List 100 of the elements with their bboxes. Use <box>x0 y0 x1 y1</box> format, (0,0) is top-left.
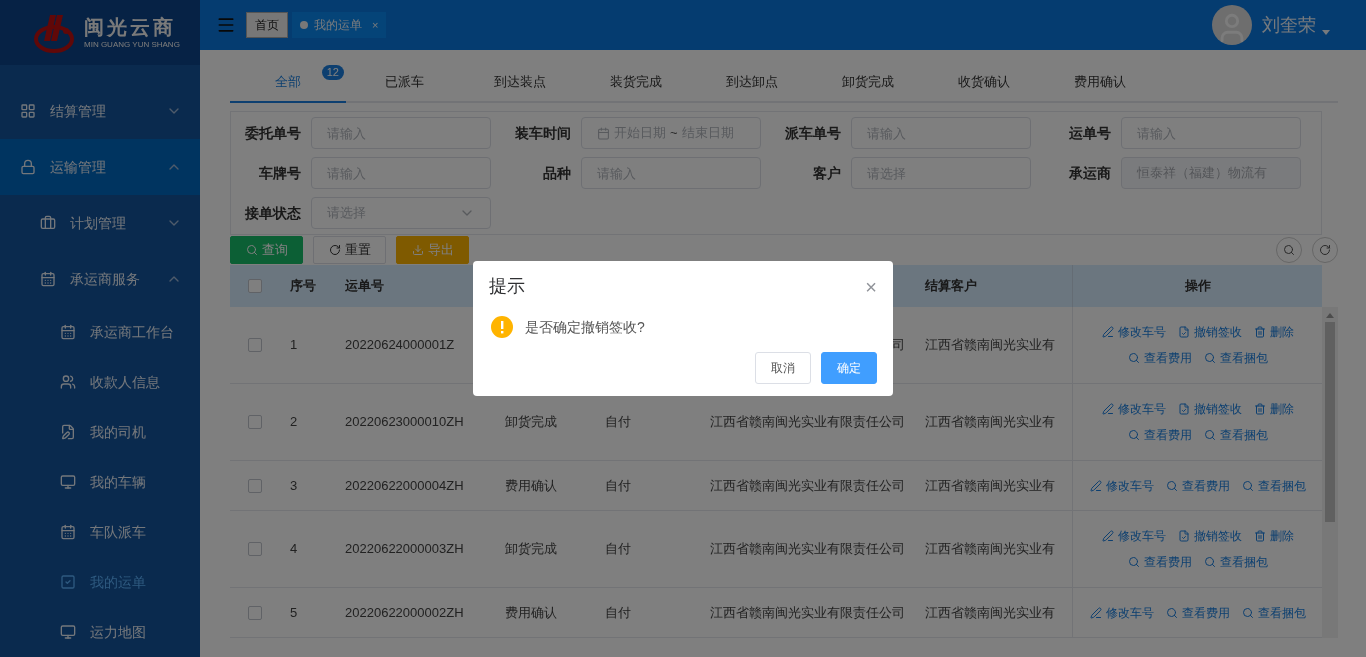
menu-item[interactable]: 运输管理 <box>0 139 200 195</box>
user-name[interactable]: 刘奎荣 <box>1262 11 1316 39</box>
column-header: 运单号 <box>345 278 384 294</box>
action-link[interactable]: 删除 <box>1253 400 1294 418</box>
field-label: 派车单号 <box>784 123 842 143</box>
table-cell: 江西省赣南闽光实业有 <box>925 414 1055 430</box>
action-link[interactable]: 查看费用 <box>1127 553 1192 571</box>
submenu-item[interactable]: 承运商服务 <box>0 251 200 307</box>
close-icon[interactable]: × <box>865 276 877 297</box>
action-link[interactable]: 查看捆包 <box>1241 603 1306 622</box>
search-button[interactable]: 查询 <box>230 236 303 264</box>
action-link[interactable]: 撤销签收 <box>1177 527 1242 545</box>
checkbox[interactable] <box>248 415 262 429</box>
logo-subtext: MIN GUANG YUN SHANG <box>84 40 180 49</box>
action-link[interactable]: 查看费用 <box>1127 426 1192 444</box>
action-link[interactable]: 修改车号 <box>1101 400 1166 418</box>
field-label: 运单号 <box>1068 123 1112 143</box>
action-link[interactable]: 删除 <box>1253 527 1294 545</box>
field-label: 装车时间 <box>514 123 572 143</box>
search-icon <box>1165 479 1178 492</box>
action-link[interactable]: 查看捆包 <box>1203 553 1268 571</box>
pen-icon <box>1101 326 1114 338</box>
table-cell: 20220622000004ZH <box>345 477 464 493</box>
table-cell: 自付 <box>605 604 631 620</box>
action-link[interactable]: 查看捆包 <box>1241 476 1306 495</box>
refresh-icon <box>328 244 341 256</box>
status-tab[interactable]: 收货确认 <box>926 63 1042 103</box>
action-link[interactable]: 查看费用 <box>1165 603 1230 622</box>
search-icon <box>1203 429 1216 441</box>
column-header: 结算客户 <box>925 278 977 294</box>
column-header: 序号 <box>290 278 316 294</box>
action-link[interactable]: 删除 <box>1253 323 1294 341</box>
field-label: 品种 <box>542 163 572 183</box>
field-label: 接单状态 <box>244 203 302 223</box>
search-icon <box>1203 352 1216 364</box>
action-link[interactable]: 撤销签收 <box>1177 323 1242 341</box>
status-tab[interactable]: 全部 12 <box>230 63 346 103</box>
submenu-item[interactable]: 运力地图 <box>0 607 200 657</box>
briefcase-icon <box>40 215 56 231</box>
checkbox[interactable] <box>248 279 262 293</box>
search-icon <box>1241 606 1254 619</box>
action-link[interactable]: 修改车号 <box>1101 527 1166 545</box>
table-cell: 自付 <box>605 477 631 493</box>
action-link[interactable]: 撤销签收 <box>1177 400 1242 418</box>
table-cell: 费用确认 <box>505 604 557 620</box>
action-link[interactable]: 修改车号 <box>1089 603 1154 622</box>
caret-icon[interactable] <box>1322 29 1330 35</box>
document-check-icon <box>1177 326 1190 338</box>
page-tab[interactable]: 我的运单 × <box>292 12 387 38</box>
status-tab[interactable]: 已派车 <box>346 63 462 103</box>
avatar[interactable] <box>1212 5 1252 45</box>
export-button[interactable]: 导出 <box>396 236 469 264</box>
table-cell: 江西省赣南闽光实业有 <box>925 337 1055 353</box>
status-tab[interactable]: 费用确认 <box>1042 63 1158 103</box>
checkbox[interactable] <box>248 542 262 556</box>
submenu-item[interactable]: 收款人信息 <box>0 357 200 407</box>
field-label: 车牌号 <box>258 163 302 183</box>
table-cell: 4 <box>290 541 298 557</box>
trash-icon <box>1253 326 1266 338</box>
document-check-icon <box>1177 403 1190 415</box>
action-link[interactable]: 修改车号 <box>1101 323 1166 341</box>
confirm-button[interactable]: 确定 <box>821 352 877 384</box>
cancel-button[interactable]: 取消 <box>755 352 811 384</box>
close-icon[interactable]: × <box>372 16 379 34</box>
submenu-item[interactable]: 承运商工作台 <box>0 307 200 357</box>
status-tab[interactable]: 卸货完成 <box>810 63 926 103</box>
download-icon <box>411 244 424 256</box>
menu-item[interactable]: 结算管理 <box>0 83 200 139</box>
checkbox[interactable] <box>248 605 262 620</box>
pen-icon <box>1089 479 1102 492</box>
page-tab[interactable]: 首页 <box>246 12 288 38</box>
status-tab[interactable]: 装货完成 <box>578 63 694 103</box>
search-icon <box>1203 556 1216 568</box>
action-link[interactable]: 查看捆包 <box>1203 349 1268 367</box>
submenu-item[interactable]: 我的司机 <box>0 407 200 457</box>
scrollbar[interactable] <box>1322 307 1338 638</box>
table-cell: 江西省赣南闽光实业有限责任公司 <box>710 414 905 430</box>
action-link[interactable]: 查看捆包 <box>1203 426 1268 444</box>
pen-icon <box>1101 403 1114 415</box>
action-link[interactable]: 查看费用 <box>1165 476 1230 495</box>
reset-button[interactable]: 重置 <box>313 236 386 264</box>
checkbox[interactable] <box>248 338 262 352</box>
status-tab[interactable]: 到达卸点 <box>694 63 810 103</box>
search-icon <box>1241 479 1254 492</box>
menu-icon[interactable] <box>216 15 236 35</box>
submenu-item[interactable]: 计划管理 <box>0 195 200 251</box>
action-link[interactable]: 修改车号 <box>1089 476 1154 495</box>
search-icon <box>245 244 258 256</box>
logo-text: 闽光云商 <box>84 16 177 37</box>
status-tab[interactable]: 到达装点 <box>462 63 578 103</box>
submenu-item[interactable]: 我的车辆 <box>0 457 200 507</box>
checkbox[interactable] <box>248 478 262 493</box>
action-link[interactable]: 查看费用 <box>1127 349 1192 367</box>
table-cell: 自付 <box>605 414 631 430</box>
users-icon <box>60 374 76 390</box>
table-cell: 江西省赣南闽光实业有限责任公司 <box>710 541 905 557</box>
dialog-title: 提示 <box>489 275 525 298</box>
column-header: 操作 <box>1184 277 1211 296</box>
table-cell: 江西省赣南闽光实业有 <box>925 477 1055 493</box>
submenu-item[interactable]: 车队派车 <box>0 507 200 557</box>
